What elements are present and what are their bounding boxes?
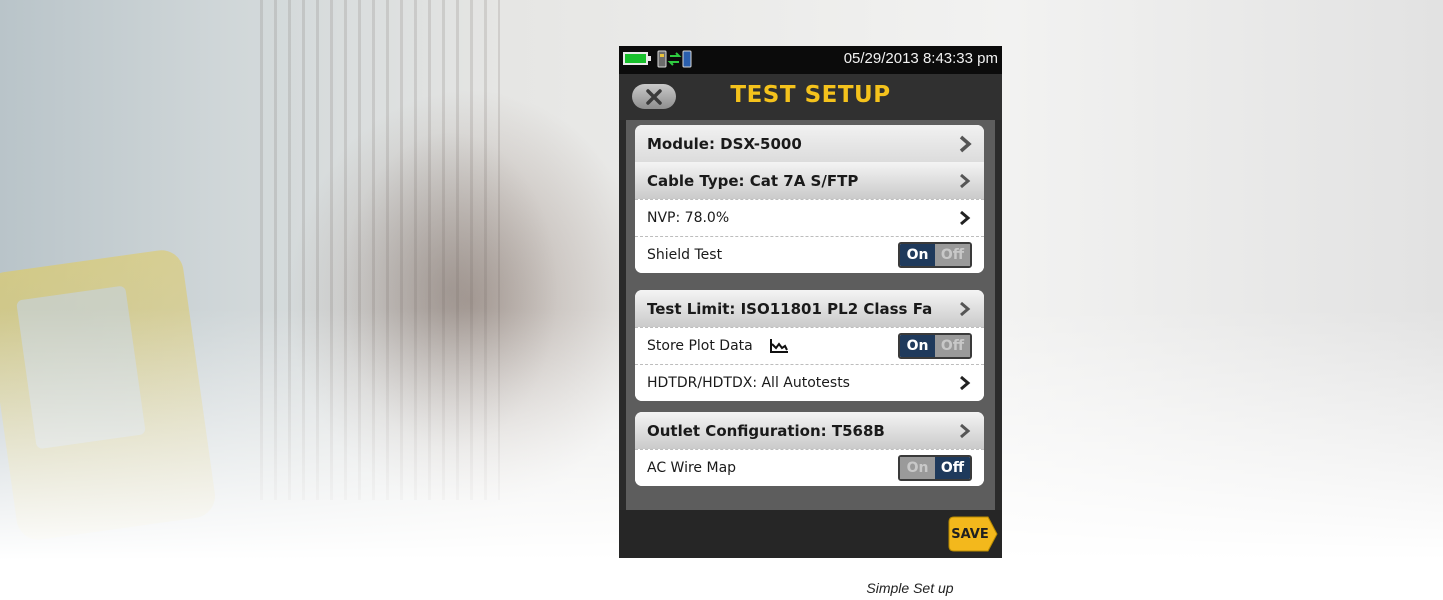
settings-list: Module: DSX-5000 Cable Type: Cat 7A S/FT… <box>626 120 995 510</box>
image-caption: Simple Set up <box>866 580 954 596</box>
hdtdr-label: HDTDR/HDTDX: All Autotests <box>647 375 850 391</box>
network-link-icon <box>657 50 692 68</box>
status-datetime: 05/29/2013 8:43:33 pm <box>843 50 998 67</box>
battery-icon <box>623 52 651 65</box>
module-row[interactable]: Module: DSX-5000 <box>635 125 984 162</box>
cable-type-row[interactable]: Cable Type: Cat 7A S/FTP <box>635 162 984 199</box>
toggle-off-segment[interactable]: Off <box>935 457 970 479</box>
toggle-on-segment[interactable]: On <box>900 244 935 266</box>
plot-graph-icon <box>770 339 789 353</box>
toggle-on-segment[interactable]: On <box>900 335 935 357</box>
chevron-right-icon <box>960 423 971 438</box>
save-button[interactable]: SAVE <box>948 516 998 552</box>
toggle-off-segment[interactable]: Off <box>935 244 970 266</box>
cable-type-label: Cable Type: Cat 7A S/FTP <box>647 171 859 190</box>
chevron-right-icon <box>960 301 971 316</box>
status-bar: 05/29/2013 8:43:33 pm <box>619 46 1002 74</box>
test-limit-label: Test Limit: ISO11801 PL2 Class Fa <box>647 299 933 318</box>
ac-wire-map-toggle[interactable]: On Off <box>898 455 972 481</box>
ac-wire-map-row: AC Wire Map On Off <box>635 449 984 486</box>
page-title: TEST SETUP <box>730 82 891 108</box>
store-plot-data-row: Store Plot Data On Off <box>635 327 984 364</box>
settings-group-test-limit: Test Limit: ISO11801 PL2 Class Fa Store … <box>635 290 984 401</box>
patch-panel-image <box>260 0 500 500</box>
module-label: Module: DSX-5000 <box>647 134 802 153</box>
toggle-on-segment[interactable]: On <box>900 457 935 479</box>
chevron-right-icon <box>960 375 971 391</box>
outlet-configuration-row[interactable]: Outlet Configuration: T568B <box>635 412 984 449</box>
settings-group-outlet: Outlet Configuration: T568B AC Wire Map … <box>635 412 984 486</box>
store-plot-data-cell: Store Plot Data <box>647 338 898 354</box>
tester-screen-image <box>16 285 146 450</box>
shield-test-label: Shield Test <box>647 247 723 263</box>
ac-wire-map-label: AC Wire Map <box>647 460 737 476</box>
toggle-off-segment[interactable]: Off <box>935 335 970 357</box>
store-plot-data-label: Store Plot Data <box>647 338 753 354</box>
technician-image <box>300 60 620 520</box>
footer-bar: SAVE <box>619 510 1002 558</box>
handheld-tester-image <box>0 247 218 543</box>
save-label: SAVE <box>951 526 989 542</box>
chevron-right-icon <box>959 135 972 152</box>
outlet-configuration-label: Outlet Configuration: T568B <box>647 421 885 440</box>
shield-test-row: Shield Test On Off <box>635 236 984 273</box>
nvp-row[interactable]: NVP: 78.0% <box>635 199 984 236</box>
device-screen: 05/29/2013 8:43:33 pm TEST SETUP Module:… <box>619 46 1002 558</box>
chevron-right-icon <box>960 210 971 226</box>
shield-test-toggle[interactable]: On Off <box>898 242 972 268</box>
title-bar: TEST SETUP <box>619 74 1002 120</box>
store-plot-data-toggle[interactable]: On Off <box>898 333 972 359</box>
settings-group-module: Module: DSX-5000 Cable Type: Cat 7A S/FT… <box>635 125 984 273</box>
hdtdr-row[interactable]: HDTDR/HDTDX: All Autotests <box>635 364 984 401</box>
test-limit-row[interactable]: Test Limit: ISO11801 PL2 Class Fa <box>635 290 984 327</box>
chevron-right-icon <box>960 173 971 188</box>
nvp-label: NVP: 78.0% <box>647 210 730 226</box>
